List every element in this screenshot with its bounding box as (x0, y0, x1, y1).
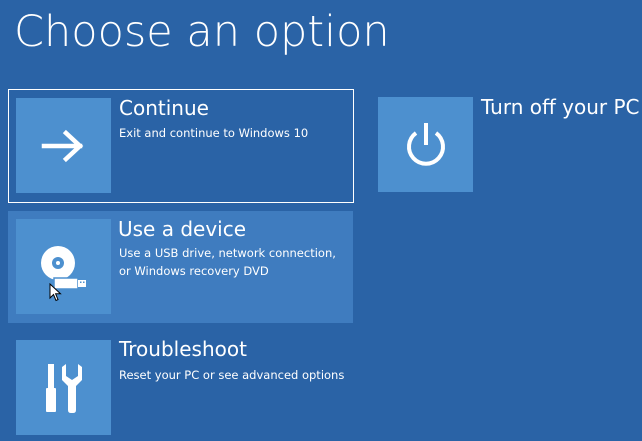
use-device-tile[interactable] (16, 219, 111, 314)
continue-title: Continue (119, 96, 209, 120)
turn-off-tile[interactable] (378, 97, 473, 192)
continue-tile[interactable] (16, 98, 111, 193)
use-device-title: Use a device (118, 217, 247, 241)
continue-option[interactable]: Continue Exit and continue to Windows 10 (8, 89, 354, 203)
power-icon (406, 122, 445, 166)
mouse-pointer-icon (49, 283, 62, 302)
turn-off-option[interactable]: Turn off your PC (370, 89, 642, 203)
troubleshoot-description: Reset your PC or see advanced options (119, 368, 345, 382)
continue-description: Exit and continue to Windows 10 (119, 126, 309, 140)
turn-off-title: Turn off your PC (481, 95, 640, 119)
page-title: Choose an option (14, 7, 390, 57)
use-device-description: Use a USB drive, network connection, or … (119, 246, 336, 278)
disc-usb-icon (40, 245, 86, 290)
use-device-option[interactable]: Use a device Use a USB drive, network co… (8, 211, 353, 323)
arrow-right-icon (41, 129, 83, 162)
troubleshoot-title: Troubleshoot (119, 337, 247, 361)
troubleshoot-option[interactable]: Troubleshoot Reset your PC or see advanc… (8, 332, 353, 441)
tools-icon (45, 363, 82, 413)
troubleshoot-tile[interactable] (16, 340, 111, 435)
